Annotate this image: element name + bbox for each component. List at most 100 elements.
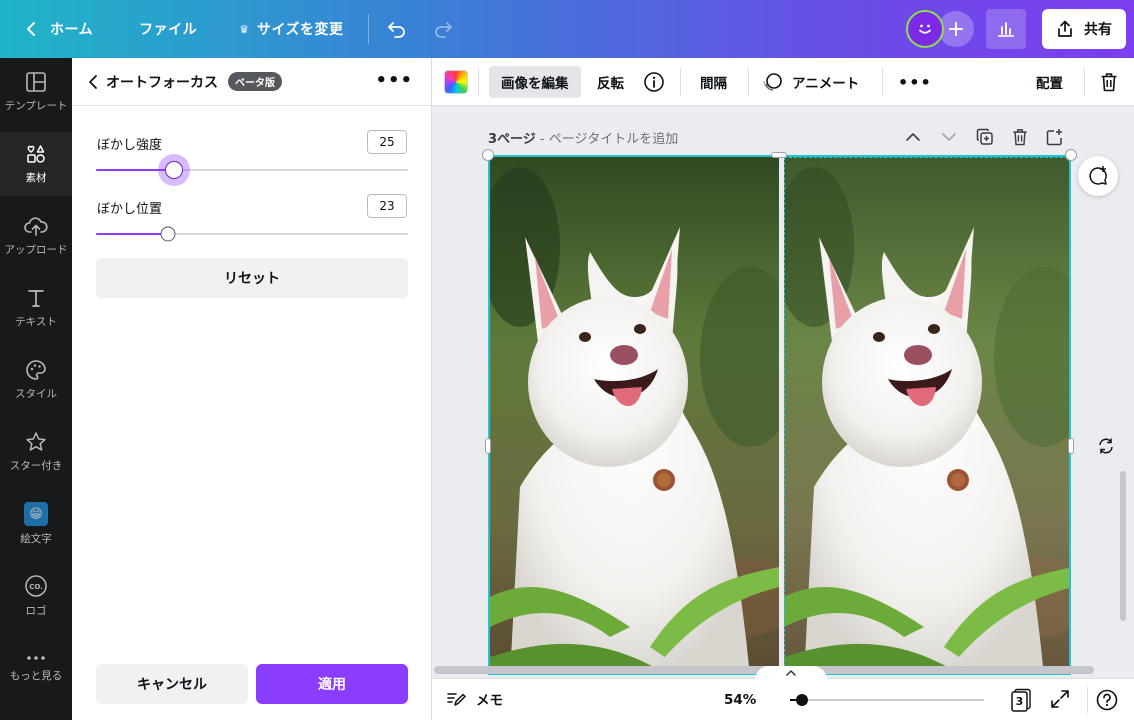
blur-position-input[interactable]: 23 [367, 194, 407, 218]
resize-button[interactable]: ♛ サイズを変更 [231, 11, 351, 47]
left-rail: テンプレート 素材 アップロード テキスト スタイル スター付き 😁 絵文字 C… [0, 58, 72, 720]
rail-label: ロゴ [25, 605, 47, 617]
show-pages-toggle[interactable] [755, 666, 827, 688]
star-icon [26, 432, 46, 451]
position-button[interactable]: 配置 [1036, 58, 1063, 106]
fullscreen-button[interactable] [1050, 689, 1070, 709]
animate-icon [763, 73, 782, 91]
vertical-scrollbar[interactable] [1120, 471, 1126, 621]
resize-handle-right[interactable] [1068, 438, 1074, 454]
rail-item-starred[interactable]: スター付き [0, 420, 72, 484]
insights-button[interactable] [986, 9, 1026, 49]
notes-button[interactable]: メモ [446, 689, 503, 709]
rail-item-elements[interactable]: 素材 [0, 132, 72, 196]
canvas-area: 3ページ - ページタイトルを追加 [432, 106, 1134, 678]
share-button[interactable]: 共有 [1042, 9, 1126, 49]
notes-label: メモ [476, 693, 503, 709]
add-comment-button[interactable] [1078, 156, 1118, 196]
page-title-placeholder[interactable]: ページタイトルを追加 [549, 132, 678, 147]
blur-intensity-label: ぼかし強度 [97, 138, 163, 153]
delete-page-button[interactable] [1012, 126, 1028, 148]
page-up-button[interactable] [905, 126, 921, 148]
blur-intensity-input[interactable]: 25 [367, 130, 407, 154]
comment-add-icon [1089, 166, 1107, 185]
expand-icon [1051, 690, 1069, 708]
page-title-bar[interactable]: 3ページ - ページタイトルを追加 [488, 128, 678, 147]
help-icon [1096, 689, 1118, 711]
resize-handle-top[interactable] [771, 152, 787, 158]
cancel-button[interactable]: キャンセル [96, 664, 248, 704]
slider-fill [96, 233, 168, 235]
slider-thumb[interactable] [165, 161, 183, 179]
page-separator: - [535, 132, 549, 147]
rail-label: テキスト [15, 316, 57, 328]
animate-button[interactable]: アニメート [762, 58, 859, 106]
add-page-button[interactable] [1046, 126, 1064, 148]
color-swatch [444, 70, 468, 94]
rail-item-styles[interactable]: スタイル [0, 348, 72, 412]
toolbar-divider [478, 68, 479, 96]
toolbar-divider [882, 68, 883, 96]
toolbar-divider [1084, 68, 1085, 96]
info-button[interactable] [643, 58, 665, 106]
page-down-button[interactable] [941, 126, 957, 148]
zoom-thumb[interactable] [796, 694, 808, 706]
more-options-icon[interactable]: ••• [375, 70, 413, 91]
rotate-icon [1099, 438, 1113, 454]
rail-item-more[interactable]: もっと見る [0, 636, 72, 700]
rail-label: もっと見る [9, 670, 63, 682]
design-page[interactable] [488, 155, 1071, 675]
page-count-button[interactable]: 3 [1010, 688, 1032, 712]
undo-button[interactable] [379, 11, 415, 47]
resize-handle-top-left[interactable] [482, 149, 494, 161]
share-label: 共有 [1084, 22, 1112, 38]
apply-button[interactable]: 適用 [256, 664, 408, 704]
redo-button[interactable] [425, 11, 461, 47]
avatar[interactable] [906, 10, 944, 48]
resize-handle-top-right[interactable] [1065, 149, 1077, 161]
elements-icon [27, 145, 45, 163]
duplicate-page-button[interactable] [976, 126, 994, 148]
zoom-level[interactable]: 54% [724, 692, 756, 708]
emoji-icon: 😁 [24, 502, 48, 526]
trash-icon [1101, 73, 1117, 92]
edit-image-button[interactable]: 画像を編集 [489, 66, 581, 98]
resize-handle-left[interactable] [485, 438, 491, 454]
reset-button[interactable]: リセット [96, 258, 408, 298]
delete-button[interactable] [1100, 58, 1118, 106]
rotate-button[interactable] [1096, 436, 1116, 456]
help-button[interactable] [1096, 689, 1118, 711]
color-button[interactable] [444, 58, 468, 106]
animate-label: アニメート [792, 76, 860, 92]
rail-item-text[interactable]: テキスト [0, 276, 72, 340]
rail-label: アップロード [4, 244, 68, 256]
panel-title: オートフォーカス [106, 74, 218, 91]
rail-item-templates[interactable]: テンプレート [0, 60, 72, 124]
slider-thumb[interactable] [160, 226, 176, 242]
undo-icon [387, 22, 405, 38]
toolbar-divider [748, 68, 749, 96]
chevron-up-icon [906, 133, 920, 141]
chevron-left-icon [27, 22, 35, 36]
dog-photo-left[interactable] [490, 157, 779, 673]
toolbar-more-icon[interactable]: ••• [898, 58, 932, 106]
text-icon [28, 290, 44, 307]
rail-item-emoji[interactable]: 😁 絵文字 [0, 492, 72, 556]
rail-item-uploads[interactable]: アップロード [0, 204, 72, 268]
duplicate-icon [976, 128, 993, 145]
spacing-button[interactable]: 間隔 [700, 58, 727, 106]
toolbar-divider [680, 68, 681, 96]
zoom-slider[interactable] [790, 694, 984, 706]
blur-position-slider[interactable] [96, 226, 408, 242]
share-upload-icon [1058, 20, 1072, 37]
file-menu-button[interactable]: ファイル [131, 11, 205, 47]
rail-item-logos[interactable]: CO. ロゴ [0, 564, 72, 628]
add-page-icon [1046, 129, 1062, 146]
flip-button[interactable]: 反転 [597, 58, 624, 106]
blur-intensity-slider[interactable] [96, 161, 408, 179]
home-button[interactable]: ホーム [18, 11, 101, 47]
context-toolbar: 画像を編集 反転 間隔 アニメート ••• 配置 [432, 58, 1134, 106]
page-number-label: 3ページ [488, 132, 536, 147]
back-chevron-icon[interactable] [88, 74, 98, 90]
more-dots-icon [27, 656, 45, 660]
